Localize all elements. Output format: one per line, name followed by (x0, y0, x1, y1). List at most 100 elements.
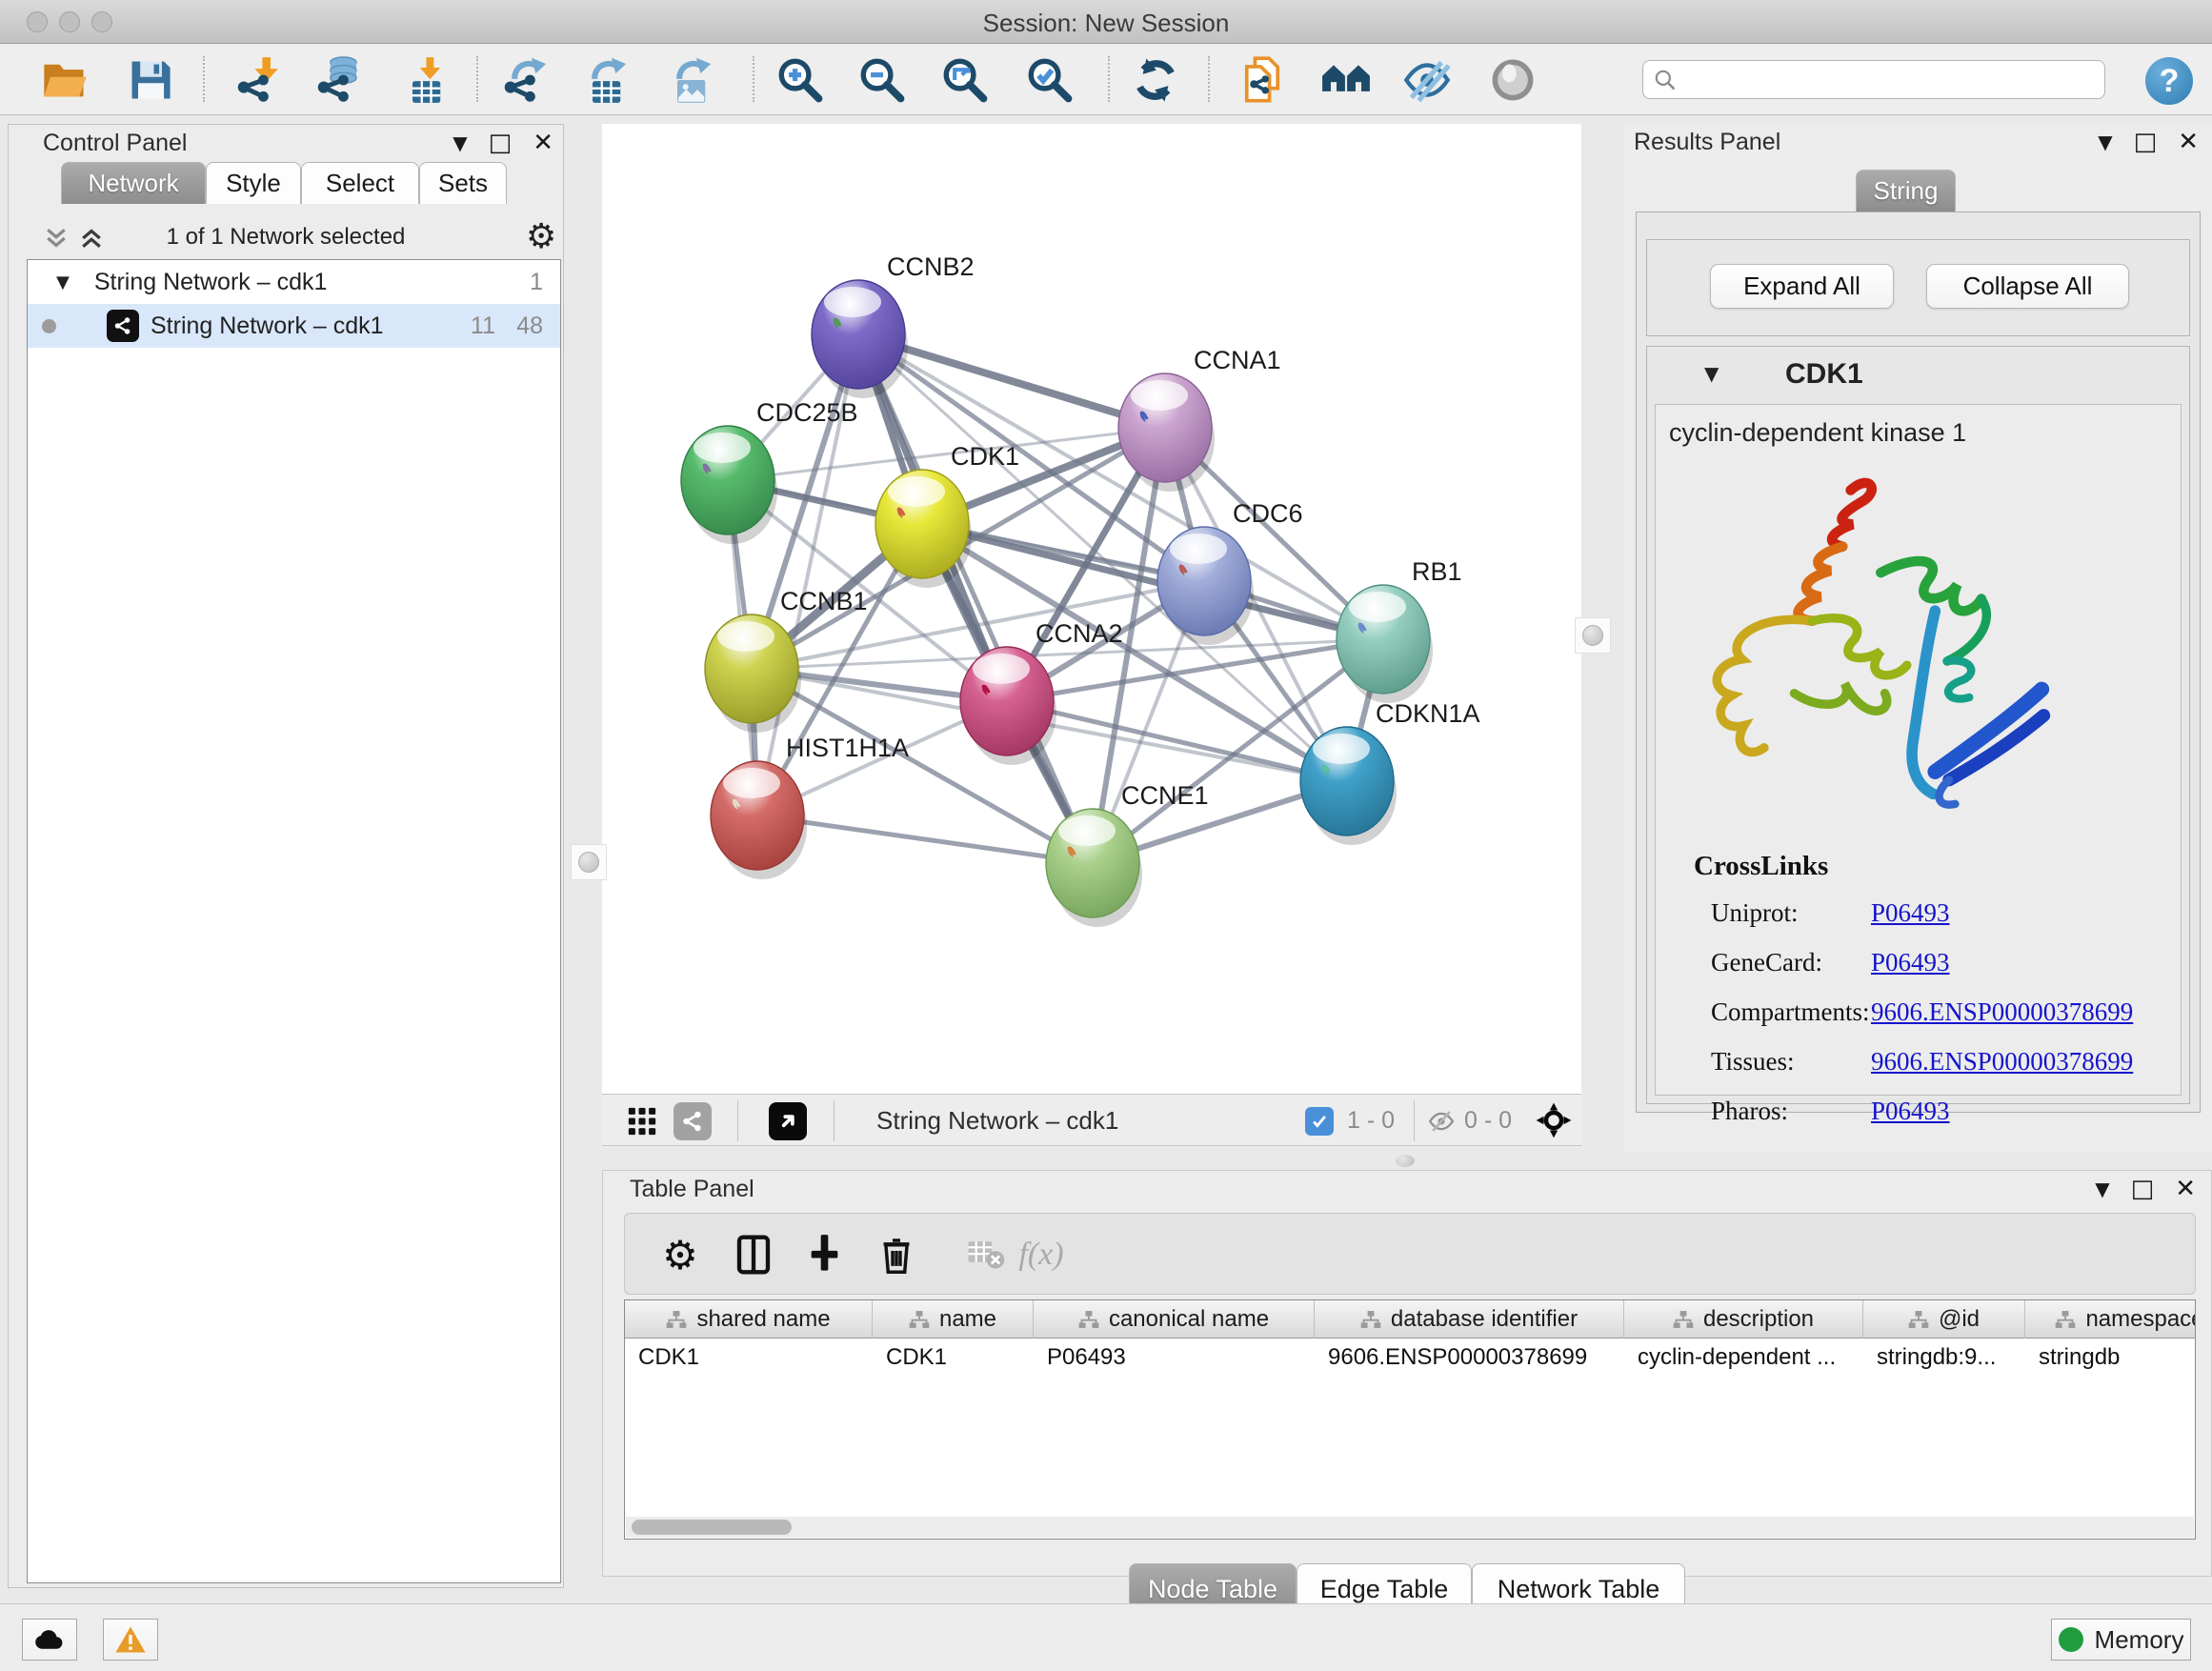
table-row[interactable]: CDK1CDK1P064939606.ENSP00000378699cyclin… (625, 1339, 2196, 1376)
show-columns-icon[interactable] (729, 1230, 778, 1279)
tab-network[interactable]: Network (61, 162, 206, 204)
tree-expand-icon[interactable]: ▼ (56, 272, 70, 292)
grid-view-icon[interactable] (623, 1102, 661, 1140)
hidden-counts: 0 - 0 (1464, 1107, 1512, 1135)
network-row[interactable]: String Network – cdk1 11 48 (28, 304, 560, 348)
panel-close-icon[interactable]: ✕ (2178, 128, 2199, 156)
panel-float-icon[interactable]: □ (2131, 1175, 2155, 1203)
crosslink-link[interactable]: P06493 (1871, 948, 1950, 977)
sphere-eye-icon[interactable] (1488, 55, 1538, 105)
table-settings-gear-icon[interactable]: ⚙ (655, 1230, 705, 1279)
table-cell[interactable]: stringdb (2025, 1339, 2196, 1376)
clone-network-icon[interactable] (1237, 55, 1287, 105)
collection-label: String Network – cdk1 (94, 269, 328, 296)
crosslink-link[interactable]: 9606.ENSP00000378699 (1871, 1047, 2133, 1077)
panel-close-icon[interactable]: ✕ (533, 129, 553, 157)
table-cell[interactable]: stringdb:9... (1863, 1339, 2025, 1376)
zoom-selected-icon[interactable] (1025, 55, 1075, 105)
network-label: String Network – cdk1 (151, 312, 384, 340)
refresh-icon[interactable] (1131, 55, 1180, 105)
panel-float-icon[interactable]: □ (489, 129, 513, 157)
table-panel-title: Table Panel (630, 1176, 754, 1203)
network-node-ccna1[interactable]: CCNA1 (1118, 346, 1281, 492)
network-node-cdk1[interactable]: CDK1 (875, 442, 1019, 588)
table-cell[interactable]: CDK1 (873, 1339, 1034, 1376)
import-network-icon[interactable] (233, 55, 283, 105)
delete-column-trash-icon[interactable] (872, 1230, 921, 1279)
horizontal-scrollbar[interactable] (626, 1517, 2194, 1538)
zoom-in-icon[interactable] (775, 55, 825, 105)
collapse-all-button[interactable]: Collapse All (1926, 264, 2129, 309)
open-session-icon[interactable] (40, 55, 90, 105)
add-column-icon[interactable] (799, 1230, 849, 1279)
network-node-ccne1[interactable]: CCNE1 (1046, 781, 1209, 927)
status-bar: Memory (0, 1603, 2212, 1671)
network-node-rb1[interactable]: RB1 (1337, 557, 1462, 703)
network-canvas[interactable]: CCNB2CCNA1CDC25BCDK1CDC6RB1CCNB1CCNA2CDK… (602, 124, 1581, 1094)
zoom-fit-icon[interactable] (940, 55, 990, 105)
hide-eye-icon[interactable] (1402, 55, 1452, 105)
table-cell[interactable]: 9606.ENSP00000378699 (1315, 1339, 1624, 1376)
help-icon[interactable]: ? (2145, 57, 2193, 105)
export-network-icon[interactable] (500, 55, 550, 105)
panel-menu-icon[interactable]: ▼ (2098, 131, 2112, 153)
network-node-cdkn1a[interactable]: CDKN1A (1300, 699, 1480, 845)
import-database-icon[interactable] (313, 55, 363, 105)
panel-menu-icon[interactable]: ▼ (452, 131, 467, 154)
gear-icon[interactable]: ⚙ (526, 217, 556, 256)
column-header-database-identifier[interactable]: database identifier (1315, 1300, 1624, 1339)
column-header-namespace[interactable]: namespace (2025, 1300, 2196, 1339)
crosslink-label: Uniprot: (1711, 898, 1799, 928)
network-node-hist1h1a[interactable]: HIST1H1A (711, 734, 909, 879)
tab-sets[interactable]: Sets (419, 162, 507, 204)
column-header-canonical-name[interactable]: canonical name (1034, 1300, 1315, 1339)
network-edge[interactable] (757, 815, 1093, 863)
cdk1-entry-header[interactable]: ▼ CDK1 (1647, 347, 2189, 404)
column-header-name[interactable]: name (873, 1300, 1034, 1339)
right-splitter-handle[interactable] (1575, 617, 1611, 654)
selected-checkbox-icon[interactable] (1305, 1107, 1334, 1136)
cloud-status-button[interactable] (22, 1619, 77, 1661)
node-label: RB1 (1412, 557, 1462, 586)
panel-menu-icon[interactable]: ▼ (2095, 1178, 2109, 1200)
crosslink-link[interactable]: P06493 (1871, 1097, 1950, 1126)
fit-content-icon[interactable] (1534, 1100, 1574, 1140)
network-tree: ▼ String Network – cdk1 1 String Network… (27, 259, 561, 1583)
share-view-icon[interactable] (674, 1102, 712, 1140)
zoom-out-icon[interactable] (857, 55, 907, 105)
node-label: HIST1H1A (786, 734, 909, 762)
birdseye-view-icon[interactable] (769, 1102, 807, 1140)
left-splitter-handle[interactable] (571, 844, 607, 880)
column-header-description[interactable]: description (1624, 1300, 1863, 1339)
table-cell[interactable]: CDK1 (625, 1339, 873, 1376)
home-icon[interactable] (1321, 55, 1371, 105)
export-image-icon[interactable] (665, 55, 714, 105)
tab-string[interactable]: String (1856, 170, 1956, 211)
search-input[interactable] (1678, 64, 2104, 96)
tab-select[interactable]: Select (301, 162, 419, 204)
import-table-icon[interactable] (400, 55, 450, 105)
network-edge[interactable] (858, 334, 1093, 863)
crosslink-link[interactable]: P06493 (1871, 898, 1950, 928)
network-collection-row[interactable]: ▼ String Network – cdk1 1 (28, 260, 560, 304)
save-session-icon[interactable] (126, 55, 175, 105)
warning-status-button[interactable] (103, 1619, 158, 1661)
column-header-shared-name[interactable]: shared name (625, 1300, 873, 1339)
network-node-ccnb2[interactable]: CCNB2 (812, 252, 975, 398)
memory-button[interactable]: Memory (2051, 1619, 2191, 1661)
table-cell[interactable]: cyclin-dependent ... (1624, 1339, 1863, 1376)
delete-table-icon[interactable] (961, 1230, 1011, 1279)
tab-style[interactable]: Style (206, 162, 301, 204)
crosslink-link[interactable]: 9606.ENSP00000378699 (1871, 997, 2133, 1027)
column-header--id[interactable]: @id (1863, 1300, 2025, 1339)
expand-all-button[interactable]: Expand All (1710, 264, 1894, 309)
entry-collapse-icon[interactable]: ▼ (1704, 362, 1719, 385)
function-builder-icon[interactable]: f(x) (1016, 1230, 1066, 1279)
panel-float-icon[interactable]: □ (2134, 128, 2158, 156)
export-table-icon[interactable] (580, 55, 630, 105)
panel-close-icon[interactable]: ✕ (2175, 1175, 2196, 1203)
crosslinks-title: CrossLinks (1694, 851, 1828, 882)
memory-status-dot-icon (2059, 1627, 2083, 1652)
table-cell[interactable]: P06493 (1034, 1339, 1315, 1376)
bottom-splitter-handle[interactable] (1396, 1155, 1415, 1167)
